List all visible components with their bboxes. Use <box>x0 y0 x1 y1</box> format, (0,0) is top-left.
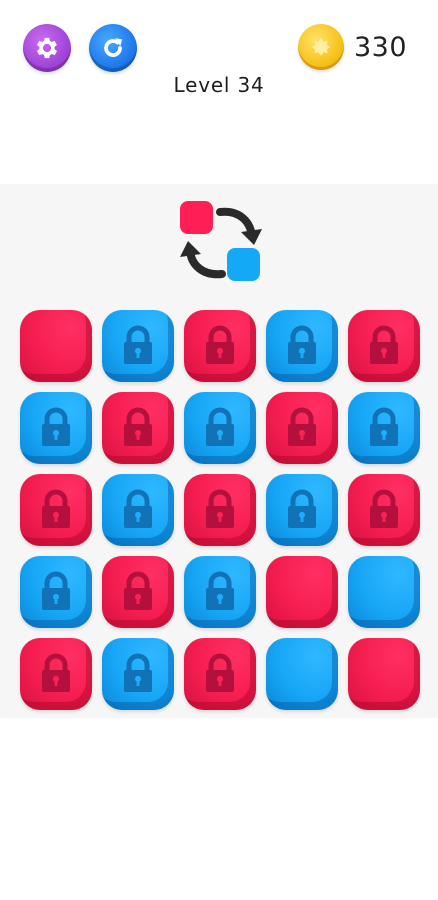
locked-red-tile[interactable] <box>20 638 92 710</box>
swap-hint <box>176 198 266 288</box>
locked-blue-tile[interactable] <box>348 392 420 464</box>
locked-blue-tile[interactable] <box>266 310 338 382</box>
restart-button[interactable] <box>89 24 137 72</box>
game-board-panel <box>0 184 438 718</box>
lock-icon <box>370 489 398 528</box>
locked-blue-tile[interactable] <box>102 474 174 546</box>
tile-grid <box>20 310 420 710</box>
lock-icon <box>206 407 234 446</box>
locked-red-tile[interactable] <box>348 310 420 382</box>
blue-tile[interactable] <box>266 638 338 710</box>
coin-count: 330 <box>354 31 408 63</box>
lock-icon <box>206 571 234 610</box>
game-screen: 330 Level 34 <box>0 0 438 900</box>
lock-icon <box>370 407 398 446</box>
locked-red-tile[interactable] <box>102 392 174 464</box>
red-tile[interactable] <box>348 638 420 710</box>
locked-red-tile[interactable] <box>102 556 174 628</box>
settings-button[interactable] <box>23 24 71 72</box>
lock-icon <box>206 325 234 364</box>
swap-arrows-icon <box>180 207 262 279</box>
red-tile[interactable] <box>20 310 92 382</box>
locked-red-tile[interactable] <box>184 310 256 382</box>
locked-red-tile[interactable] <box>184 638 256 710</box>
locked-blue-tile[interactable] <box>266 474 338 546</box>
red-tile[interactable] <box>266 556 338 628</box>
lock-icon <box>288 325 316 364</box>
lock-icon <box>288 489 316 528</box>
lock-icon <box>124 653 152 692</box>
locked-red-tile[interactable] <box>348 474 420 546</box>
coin-icon <box>298 24 344 70</box>
locked-blue-tile[interactable] <box>102 638 174 710</box>
gear-icon <box>36 37 58 59</box>
level-title: Level 34 <box>173 73 265 97</box>
lock-icon <box>42 489 70 528</box>
lock-icon <box>124 489 152 528</box>
lock-icon <box>206 653 234 692</box>
lock-icon <box>206 489 234 528</box>
coin-counter: 330 <box>298 22 407 72</box>
lock-icon <box>124 571 152 610</box>
blue-tile[interactable] <box>348 556 420 628</box>
locked-red-tile[interactable] <box>266 392 338 464</box>
locked-blue-tile[interactable] <box>102 310 174 382</box>
lock-icon <box>42 571 70 610</box>
lock-icon <box>124 325 152 364</box>
locked-blue-tile[interactable] <box>20 392 92 464</box>
locked-blue-tile[interactable] <box>184 392 256 464</box>
locked-red-tile[interactable] <box>184 474 256 546</box>
restart-icon <box>104 38 123 57</box>
lock-icon <box>42 653 70 692</box>
lock-icon <box>370 325 398 364</box>
locked-blue-tile[interactable] <box>20 556 92 628</box>
locked-blue-tile[interactable] <box>184 556 256 628</box>
lock-icon <box>42 407 70 446</box>
locked-red-tile[interactable] <box>20 474 92 546</box>
lock-icon <box>124 407 152 446</box>
lock-icon <box>288 407 316 446</box>
